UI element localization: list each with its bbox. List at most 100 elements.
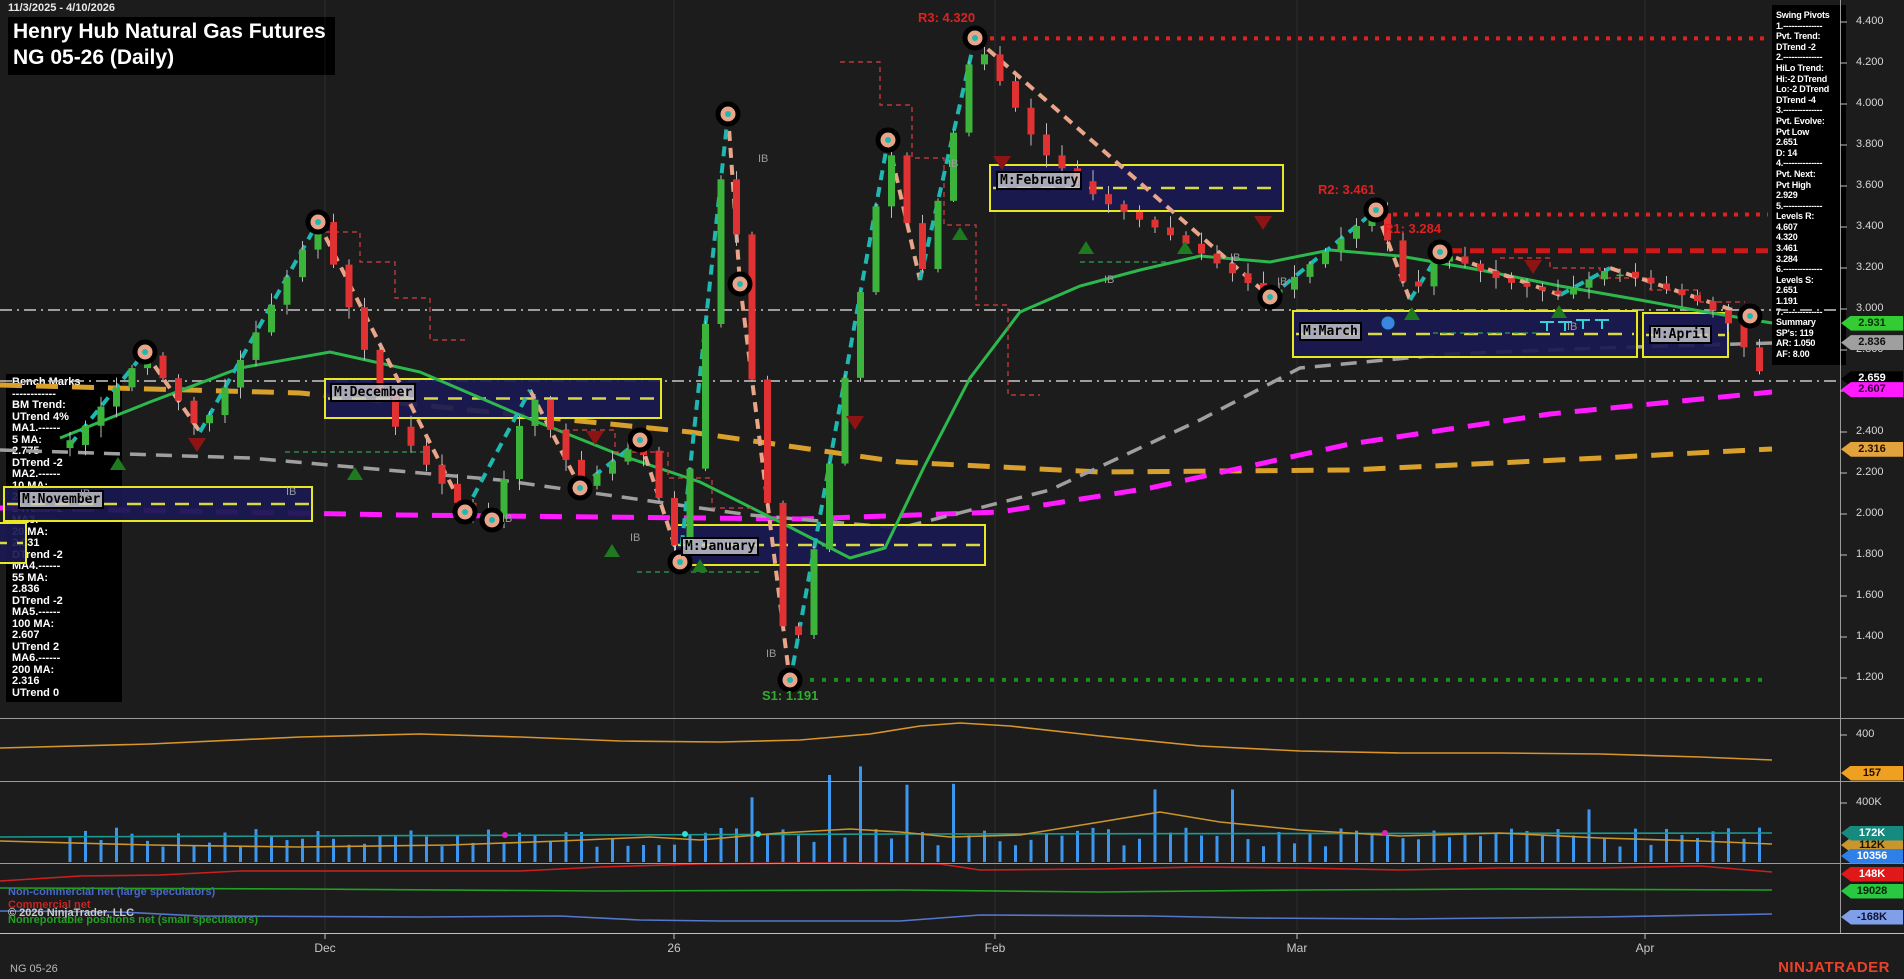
price-tick-label[interactable]: 4.400 [1856,15,1884,27]
candlestick [981,54,988,65]
x-axis-label[interactable]: Apr [1636,941,1655,955]
volume-bar [580,831,583,862]
volume-bar [440,846,444,862]
month-range-label[interactable]: M:April [1649,325,1712,344]
candlestick [1554,290,1562,295]
volume-bar [487,829,490,862]
volume-signal-dot [502,832,508,838]
down-triangle-marker [188,438,206,452]
volume-bar [812,841,816,862]
volume-bar [518,832,521,862]
candlestick [1663,283,1670,290]
candlestick [686,468,694,546]
candlestick [841,377,849,464]
volume-bar [642,844,645,862]
candlestick [748,234,756,380]
candlestick [1105,194,1112,205]
volume-bar [456,836,459,862]
volume-bar [564,832,568,862]
price-tick-label[interactable]: 3.800 [1856,138,1884,150]
instrument-tab[interactable]: NG 05-26 [10,963,58,975]
volume-bar [1076,830,1079,862]
up-triangle-marker [604,544,620,557]
volume-bar [285,840,289,862]
candlestick [1151,219,1159,228]
volume-bar [673,844,676,862]
x-axis-label[interactable]: 26 [667,941,680,955]
volume-bar [161,846,165,862]
candlestick [454,483,461,503]
price-tick-label[interactable]: 3.000 [1856,302,1884,314]
volume-bar [1324,846,1327,862]
price-tick-label[interactable]: 2.000 [1856,507,1884,519]
price-tick-label[interactable]: 1.400 [1856,630,1884,642]
candlestick [516,425,523,479]
candlestick [1709,301,1717,311]
volume-bar [68,836,72,862]
price-tick-label[interactable]: 3.400 [1856,220,1884,232]
open-interest-line [0,722,1773,761]
month-range-label[interactable]: M:March [1299,322,1362,341]
volume-bar [1014,845,1017,862]
volume-bar [1649,844,1653,862]
candlestick [1616,274,1624,277]
price-marker: 2.836 [1841,335,1903,351]
candlestick [671,497,678,546]
volume-bar [797,835,800,862]
month-range-label[interactable]: M:November [18,490,105,509]
candlestick [1461,256,1469,264]
candlestick [1601,270,1608,280]
price-tick-label[interactable]: 3.600 [1856,179,1884,191]
x-axis-label[interactable]: Mar [1287,941,1308,955]
level-annotation: S1: 1.191 [762,688,819,703]
price-tick-label[interactable]: 1.600 [1856,589,1884,601]
x-axis-label[interactable]: Dec [314,941,335,955]
candlestick [1694,295,1701,302]
candlestick [190,400,198,424]
candlestick [1399,240,1407,282]
x-axis-label[interactable]: Feb [985,941,1006,955]
price-tick-label[interactable]: 2.400 [1856,425,1884,437]
candlestick [624,449,632,462]
pivot-circle-dot [462,509,468,515]
candlestick [1492,270,1500,279]
panel-tick-label[interactable]: 400K [1856,796,1882,808]
price-tick-label[interactable]: 2.200 [1856,466,1884,478]
price-tick-label[interactable]: 1.800 [1856,548,1884,560]
candlestick [562,429,570,460]
candlestick [1632,271,1639,278]
volume-bar [378,835,382,862]
volume-bar [719,828,723,862]
month-range-label[interactable]: M:February [996,171,1083,190]
price-tick-label[interactable]: 4.200 [1856,56,1884,68]
candlestick [934,200,942,269]
month-range-label[interactable]: M:December [330,383,417,402]
pivot-circle-dot [787,677,793,683]
candlestick [872,206,880,293]
candlestick [221,387,229,416]
inside-bar-label: IB [630,532,641,544]
month-range-label[interactable]: M:January [681,537,760,556]
panel-value-marker: 172K [1841,825,1903,841]
pivot-circle-dot [725,111,731,117]
pivot-circle-dot [737,281,743,287]
volume-bar [1138,838,1141,862]
down-triangle-marker [1254,216,1272,230]
volume-bar [735,828,738,862]
volume-bar [828,774,831,862]
volume-bar [859,766,862,862]
candlestick [1322,251,1329,265]
pivot-circle-dot [885,137,891,143]
price-tick-label[interactable]: 1.200 [1856,671,1884,683]
price-tick-label[interactable]: 4.000 [1856,97,1884,109]
volume-bar [1680,834,1684,862]
panel-value-marker: 10356 [1841,848,1903,864]
inside-bar-label: IB [1104,274,1115,286]
cot-legend-item: Non-commercial net (large speculators) [8,886,216,898]
volume-bar [130,833,134,862]
candlestick [299,249,306,278]
panel-tick-label[interactable]: 400 [1856,728,1874,740]
candlestick [826,463,833,550]
volume-bar [1463,834,1467,862]
price-tick-label[interactable]: 3.200 [1856,261,1884,273]
